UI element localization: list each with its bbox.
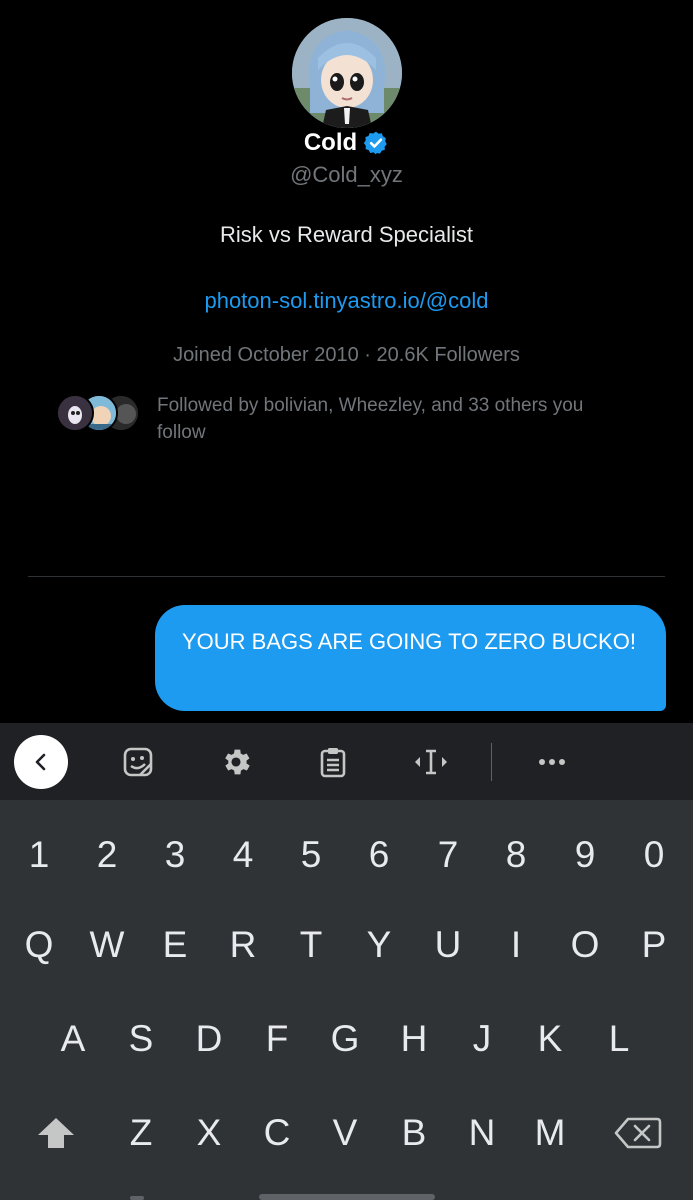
sticker-button[interactable] xyxy=(111,735,165,789)
follower-avatar xyxy=(56,394,94,432)
key-k[interactable]: K xyxy=(516,994,584,1084)
gesture-bar xyxy=(259,1194,435,1200)
key-e[interactable]: E xyxy=(141,900,209,990)
shift-icon xyxy=(37,1118,74,1148)
key-w[interactable]: W xyxy=(73,900,141,990)
key-n[interactable]: N xyxy=(448,1088,516,1178)
key-3[interactable]: 3 xyxy=(141,810,209,900)
key-0[interactable]: 0 xyxy=(620,810,688,900)
key-a[interactable]: A xyxy=(39,994,107,1084)
verified-badge-icon xyxy=(363,130,389,156)
profile-name-row: Cold xyxy=(0,126,693,160)
key-1[interactable]: 1 xyxy=(5,810,73,900)
key-2[interactable]: 2 xyxy=(73,810,141,900)
row-hint xyxy=(130,1196,144,1200)
profile-avatar[interactable] xyxy=(292,18,402,128)
key-6[interactable]: 6 xyxy=(345,810,413,900)
key-t[interactable]: T xyxy=(277,900,345,990)
keyboard-back-button[interactable] xyxy=(14,735,68,789)
back-icon xyxy=(35,753,46,771)
profile-handle: @Cold_xyz xyxy=(290,162,403,187)
key-v[interactable]: V xyxy=(311,1088,379,1178)
keyboard-toolbar xyxy=(0,723,693,800)
profile-bio: Risk vs Reward Specialist xyxy=(219,222,474,247)
dm-conversation-screen: Cold @Cold_xyz Risk vs Reward Specialist… xyxy=(0,0,693,1200)
clipboard-icon xyxy=(320,748,346,778)
keyboard: 1 2 3 4 5 6 7 8 9 0 Q W E R T Y U I O P … xyxy=(0,800,693,1200)
key-h[interactable]: H xyxy=(380,994,448,1084)
key-d[interactable]: D xyxy=(175,994,243,1084)
profile-link[interactable]: photon-sol.tinyastro.io/@cold xyxy=(0,288,693,314)
profile-meta: Joined October 2010 · 20.6K Followers xyxy=(173,344,520,366)
key-9[interactable]: 9 xyxy=(551,810,619,900)
key-4[interactable]: 4 xyxy=(209,810,277,900)
followed-by-text: Followed by bolivian, Wheezley, and 33 o… xyxy=(157,395,584,443)
key-z[interactable]: Z xyxy=(107,1088,175,1178)
key-q[interactable]: Q xyxy=(5,900,73,990)
key-o[interactable]: O xyxy=(551,900,619,990)
key-5[interactable]: 5 xyxy=(277,810,345,900)
toolbar-separator xyxy=(491,743,492,781)
key-s[interactable]: S xyxy=(107,994,175,1084)
settings-button[interactable] xyxy=(209,735,263,789)
sticker-icon xyxy=(123,747,153,777)
sent-message-bubble[interactable]: YOUR BAGS ARE GOING TO ZERO BUCKO! xyxy=(155,605,666,711)
key-g[interactable]: G xyxy=(311,994,379,1084)
keyboard-row-middle: A S D F G H J K L xyxy=(0,994,693,1084)
backspace-icon xyxy=(614,1117,662,1149)
key-c[interactable]: C xyxy=(243,1088,311,1178)
divider xyxy=(28,576,665,577)
clipboard-button[interactable] xyxy=(306,735,360,789)
key-7[interactable]: 7 xyxy=(414,810,482,900)
cursor-control-icon xyxy=(415,749,447,775)
key-i[interactable]: I xyxy=(482,900,550,990)
key-m[interactable]: M xyxy=(516,1088,584,1178)
key-f[interactable]: F xyxy=(243,994,311,1084)
keyboard-row-top: Q W E R T Y U I O P xyxy=(0,900,693,990)
profile-name: Cold xyxy=(303,129,358,156)
key-b[interactable]: B xyxy=(380,1088,448,1178)
key-r[interactable]: R xyxy=(209,900,277,990)
followed-by-section[interactable]: Followed by bolivian, Wheezley, and 33 o… xyxy=(54,392,654,452)
keyboard-row-bottom: Z X C V B N M xyxy=(0,1088,693,1178)
more-icon xyxy=(539,759,565,765)
more-options-button[interactable] xyxy=(525,735,579,789)
settings-icon xyxy=(225,749,250,775)
keyboard-row-numbers: 1 2 3 4 5 6 7 8 9 0 xyxy=(0,810,693,900)
key-8[interactable]: 8 xyxy=(482,810,550,900)
shift-key[interactable] xyxy=(18,1088,93,1178)
key-x[interactable]: X xyxy=(175,1088,243,1178)
key-y[interactable]: Y xyxy=(345,900,413,990)
key-j[interactable]: J xyxy=(448,994,516,1084)
key-u[interactable]: U xyxy=(414,900,482,990)
key-l[interactable]: L xyxy=(585,994,653,1084)
backspace-key[interactable] xyxy=(598,1088,678,1178)
cursor-control-button[interactable] xyxy=(404,735,458,789)
key-p[interactable]: P xyxy=(620,900,688,990)
